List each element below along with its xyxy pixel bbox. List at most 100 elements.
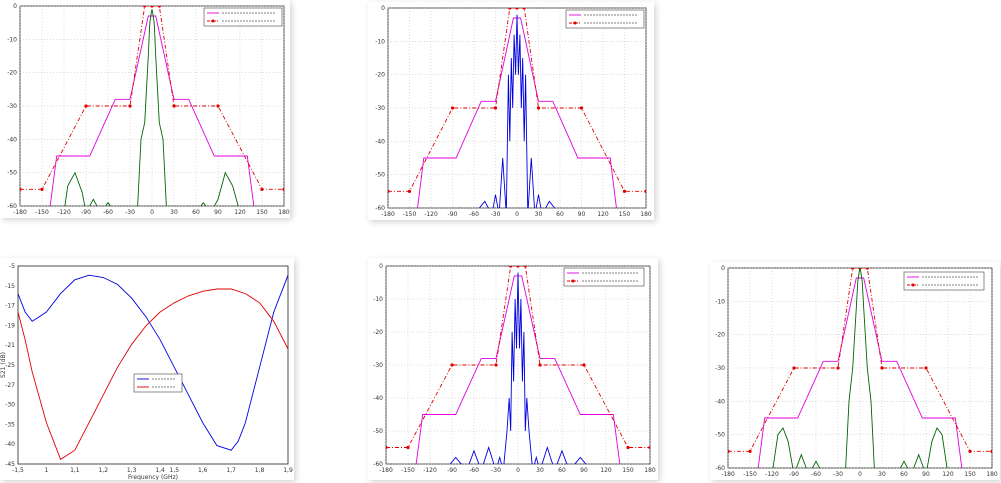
y-tick-label: -40	[5, 441, 15, 448]
x-tick-label: -180	[381, 211, 395, 218]
x-tick-label: -90	[448, 211, 458, 218]
series-marker	[386, 445, 388, 450]
series-marker	[880, 366, 884, 370]
y-tick-label: -60	[373, 461, 383, 468]
chart-2-svg: -180 -150 -120 -90 -60 -30 0 30 60 90 120 150 180 0 -1…	[375, 5, 652, 218]
chart-panel-1: -180 -150 -120 -90 -60 -30 0 30 60 90 120 150 180 0 -1…	[0, 0, 290, 218]
x-tick-label: 1,7	[226, 467, 236, 474]
y-tick-label: -20	[7, 70, 17, 77]
y-tick-label: 0	[721, 265, 725, 272]
chart-panel-4: -180 -150 -120 -90 -60 -30 0 30 60 90 120 150 180 0 -1…	[368, 258, 658, 480]
y-tick-label: -10	[715, 298, 725, 305]
series-marker	[128, 104, 132, 108]
x-tick-label: -150	[35, 209, 49, 216]
x-tick-label: 90	[578, 211, 586, 218]
y-tick-label: -40	[373, 395, 383, 402]
x-tick-label: 180	[986, 471, 998, 478]
x-tick-label: -30	[491, 467, 501, 474]
series-marker	[509, 266, 513, 268]
x-tick-label: 90	[922, 471, 930, 478]
y-tick-label: -5	[9, 263, 15, 270]
x-tick-label: 30	[536, 467, 544, 474]
series-marker	[924, 366, 928, 370]
x-tick-label: 60	[192, 209, 200, 216]
y-tick-label: -40	[7, 136, 17, 143]
series-marker	[260, 187, 264, 191]
series-marker	[648, 445, 650, 450]
series-marker	[851, 268, 855, 270]
legend-box	[133, 373, 183, 393]
x-tick-label: 120	[597, 211, 609, 218]
y-tick-label: -10	[7, 36, 17, 43]
y-tick-label: -50	[7, 170, 17, 177]
y-tick-label: -30	[7, 103, 17, 110]
series-marker	[626, 445, 630, 450]
x-tick-label: -90	[789, 471, 799, 478]
x-tick-label: 0	[515, 211, 519, 218]
x-tick-label: 120	[234, 209, 246, 216]
x-tick-label: 60	[558, 467, 566, 474]
series-marker	[644, 189, 646, 193]
y-tick-label: 0	[379, 263, 383, 270]
y-tick-label: -27	[5, 382, 15, 389]
x-tick-label: 0	[150, 209, 154, 216]
x-tick-label: 1,9	[283, 467, 293, 474]
x-tick-label: 1,8	[255, 467, 265, 474]
y-tick-label: -35	[5, 421, 15, 428]
series-marker	[172, 104, 176, 108]
y-tick-label: -10	[375, 38, 385, 45]
y-tick-label: -17	[5, 303, 15, 310]
x-tick-label: 0	[858, 471, 862, 478]
series-marker	[450, 106, 455, 110]
series-marker	[582, 363, 586, 367]
x-tick-label: -60	[469, 467, 479, 474]
x-tick-label: -180	[721, 471, 735, 478]
chart-panel-3: -1,5 1 1,1 1,2 1,3 1,4 1,5 1,6 1,7 1,8 1,9 -5 -15 -17…	[0, 258, 294, 480]
x-tick-label: -60	[103, 209, 113, 216]
x-tick-label: 60	[900, 471, 908, 478]
x-tick-label: -150	[401, 467, 415, 474]
x-tick-label: -60	[811, 471, 821, 478]
x-tick-label: -120	[57, 209, 71, 216]
series-marker	[865, 268, 869, 270]
chart-4-svg: -180 -150 -120 -90 -60 -30 0 30 60 90 120 150 180 0 -1…	[373, 263, 656, 474]
y-tick-label: -60	[375, 205, 385, 212]
series-marker	[493, 106, 498, 110]
legend-box	[565, 9, 645, 29]
series-marker	[536, 106, 541, 110]
x-tick-label: -120	[423, 467, 437, 474]
x-tick-label: -120	[765, 471, 779, 478]
series-marker	[84, 104, 88, 108]
legend-marker	[211, 19, 215, 23]
x-tick-label: -30	[491, 211, 501, 218]
y-tick-label: -10	[373, 296, 383, 303]
x-tick-label: -30	[125, 209, 135, 216]
series-marker	[282, 187, 284, 191]
legend-marker	[571, 279, 575, 283]
x-tick-label: 1,5	[170, 467, 180, 474]
y-tick-label: -40	[715, 398, 725, 405]
y-tick-label: -30	[373, 362, 383, 369]
y-tick-label: -21	[5, 342, 15, 349]
series-marker	[450, 363, 454, 367]
x-tick-label: 180	[644, 467, 656, 474]
x-tick-label: 150	[256, 209, 268, 216]
x-tick-label: -1,5	[12, 467, 24, 474]
x-tick-label: -90	[447, 467, 457, 474]
x-tick-label: 1,2	[98, 467, 108, 474]
x-tick-label: 180	[640, 211, 652, 218]
x-tick-label: 90	[580, 467, 588, 474]
x-tick-label: 120	[600, 467, 612, 474]
series-marker	[522, 8, 526, 10]
series-marker	[516, 266, 520, 268]
x-tick-label: 180	[278, 209, 290, 216]
series-marker	[990, 449, 992, 453]
series-marker	[836, 366, 840, 370]
y-tick-label: -50	[715, 432, 725, 439]
x-tick-label: -150	[743, 471, 757, 478]
y-tick-label: -19	[5, 322, 15, 329]
series-marker	[388, 189, 390, 193]
y-tick-label: -30	[715, 365, 725, 372]
x-tick-label: 60	[556, 211, 564, 218]
x-tick-label: -30	[833, 471, 843, 478]
